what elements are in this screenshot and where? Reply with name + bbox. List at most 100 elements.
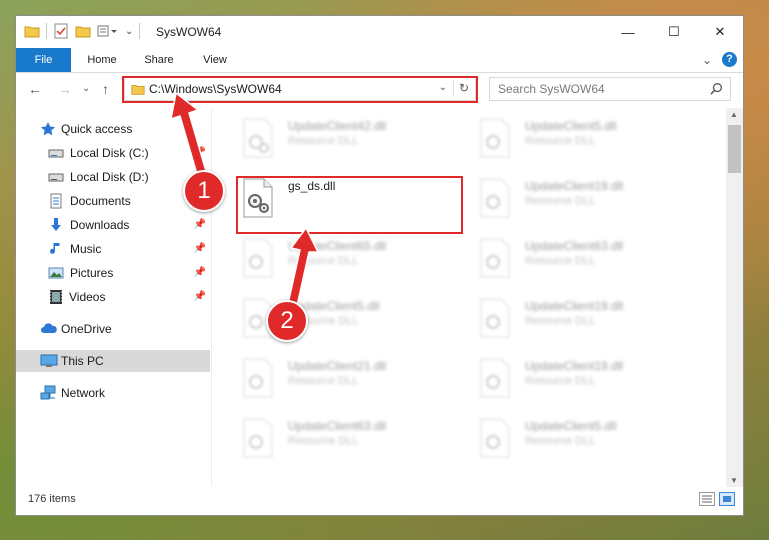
- file-type: Resource DLL: [525, 135, 596, 147]
- drive-icon: [48, 173, 64, 182]
- details-view-icon[interactable]: [699, 492, 715, 506]
- new-folder-icon[interactable]: [75, 23, 91, 39]
- tab-view[interactable]: View: [189, 48, 241, 72]
- file-type: Resource DLL: [525, 375, 596, 387]
- window-title: SysWOW64: [156, 25, 222, 39]
- documents-icon: [50, 193, 62, 209]
- vertical-scrollbar[interactable]: ▲ ▼: [726, 108, 743, 487]
- dll-file-icon: [480, 418, 510, 458]
- tab-home[interactable]: Home: [76, 48, 128, 72]
- recent-locations-button[interactable]: ⌄: [82, 83, 90, 94]
- dll-file-icon: [243, 358, 273, 398]
- file-type: Resource DLL: [288, 255, 359, 267]
- pictures-icon: [48, 267, 64, 279]
- scroll-up-icon[interactable]: ▲: [730, 110, 738, 119]
- large-icons-view-icon[interactable]: [719, 492, 735, 506]
- sidebar-item-label: Documents: [70, 194, 131, 208]
- file-name: UpdateClient19.dll: [525, 359, 624, 373]
- dll-file-icon: [480, 118, 510, 158]
- sidebar-item-label: Downloads: [70, 218, 130, 232]
- file-type: Resource DLL: [525, 315, 596, 327]
- search-input[interactable]: Search SysWOW64: [489, 77, 731, 101]
- quick-access-toolbar: ⌄: [24, 23, 141, 39]
- file-name: UpdateClient63.dll: [525, 239, 624, 253]
- file-name: UpdateClient63.dll: [288, 419, 387, 433]
- tab-share[interactable]: Share: [133, 48, 185, 72]
- pin-icon[interactable]: 📌: [194, 286, 206, 308]
- search-icon[interactable]: [710, 82, 723, 95]
- sidebar-item-this-pc[interactable]: This PC: [16, 350, 210, 372]
- dll-file-icon: [480, 178, 510, 218]
- file-type: Resource DLL: [525, 255, 596, 267]
- pin-icon[interactable]: 📌: [194, 214, 206, 236]
- file-item[interactable]: UpdateClient63.dll Resource DLL: [240, 414, 468, 464]
- maximize-button[interactable]: ☐: [651, 16, 697, 48]
- scroll-down-icon[interactable]: ▼: [730, 476, 738, 485]
- dll-file-icon: [243, 238, 273, 278]
- help-icon[interactable]: ?: [722, 52, 737, 67]
- ribbon-expand-icon[interactable]: ⌄: [702, 53, 712, 67]
- sidebar-item-onedrive[interactable]: OneDrive: [16, 318, 210, 340]
- computer-icon: [40, 354, 58, 367]
- sidebar-item-label: Quick access: [61, 122, 133, 136]
- file-name: UpdateClient42.dll: [288, 119, 387, 133]
- dll-file-icon: [243, 118, 273, 158]
- sidebar-item-local-disk-d[interactable]: Local Disk (D:) 📌: [16, 166, 210, 188]
- pin-icon[interactable]: 📌: [194, 142, 206, 164]
- minimize-button[interactable]: —: [605, 16, 651, 48]
- file-highlight-box: [236, 176, 463, 234]
- sidebar-item-downloads[interactable]: Downloads 📌: [16, 214, 210, 236]
- pin-icon[interactable]: 📌: [194, 262, 206, 284]
- sidebar-item-pictures[interactable]: Pictures 📌: [16, 262, 210, 284]
- file-item[interactable]: UpdateClient19.dll Resource DLL: [477, 294, 705, 344]
- customize-toolbar-icon[interactable]: [97, 23, 119, 39]
- sidebar-item-music[interactable]: Music 📌: [16, 238, 210, 260]
- toolbar-dropdown-icon[interactable]: ⌄: [125, 26, 133, 37]
- sidebar-item-label: This PC: [61, 354, 104, 368]
- pin-icon[interactable]: 📌: [194, 238, 206, 260]
- explorer-window: ⌄ SysWOW64 — ☐ ✕ File Home Share View ⌄ …: [15, 15, 744, 516]
- toolbar-separator: [46, 23, 47, 39]
- search-placeholder: Search SysWOW64: [498, 82, 605, 96]
- tab-file[interactable]: File: [16, 48, 71, 72]
- file-type: Resource DLL: [525, 435, 596, 447]
- network-icon: [40, 385, 56, 400]
- sidebar-item-label: Videos: [69, 290, 106, 304]
- forward-button[interactable]: →: [58, 81, 72, 97]
- file-item[interactable]: UpdateClient21.dll Resource DLL: [240, 354, 468, 404]
- sidebar-item-quick-access[interactable]: Quick access: [16, 118, 210, 140]
- file-item[interactable]: UpdateClient65.dll Resource DLL: [240, 234, 468, 284]
- item-count: 176 items: [28, 493, 76, 505]
- title-bar: ⌄ SysWOW64 — ☐ ✕: [16, 16, 743, 48]
- file-item[interactable]: UpdateClient5.dll Resource DLL: [477, 414, 705, 464]
- file-item[interactable]: UpdateClient42.dll Resource DLL: [240, 114, 468, 164]
- file-name: UpdateClient5.dll: [525, 419, 617, 433]
- folder-icon: [24, 26, 40, 38]
- sidebar-item-videos[interactable]: Videos 📌: [16, 286, 210, 308]
- file-name: UpdateClient5.dll: [525, 119, 617, 133]
- properties-icon[interactable]: [53, 23, 69, 39]
- sidebar-item-local-disk-c[interactable]: Local Disk (C:) 📌: [16, 142, 210, 164]
- sidebar-item-label: Music: [70, 242, 102, 256]
- file-item[interactable]: UpdateClient19.dll Resource DLL: [477, 354, 705, 404]
- sidebar-item-network[interactable]: Network: [16, 382, 210, 404]
- file-item[interactable]: UpdateClient63.dll Resource DLL: [477, 234, 705, 284]
- toolbar-separator: [139, 23, 141, 39]
- scrollbar-thumb[interactable]: [728, 125, 741, 173]
- back-button[interactable]: ←: [28, 81, 42, 97]
- sidebar-item-documents[interactable]: Documents 📌: [16, 190, 210, 212]
- callout-step-1: 1: [183, 170, 225, 212]
- window-controls: — ☐ ✕: [605, 16, 743, 48]
- close-button[interactable]: ✕: [697, 16, 743, 48]
- ribbon-right-controls: ⌄ ?: [702, 52, 737, 67]
- view-switcher: [699, 492, 735, 506]
- file-item[interactable]: UpdateClient5.dll Resource DLL: [477, 114, 705, 164]
- navigation-pane: Quick access Local Disk (C:) 📌 Local Dis…: [16, 108, 212, 486]
- file-name: UpdateClient19.dll: [525, 299, 624, 313]
- sidebar-item-label: Network: [61, 386, 106, 400]
- address-bar-highlight: [122, 76, 478, 103]
- file-type: Resource DLL: [288, 435, 359, 447]
- callout-step-2: 2: [266, 300, 308, 342]
- up-button[interactable]: ↑: [102, 81, 109, 97]
- file-item[interactable]: UpdateClient19.dll Resource DLL: [477, 174, 705, 224]
